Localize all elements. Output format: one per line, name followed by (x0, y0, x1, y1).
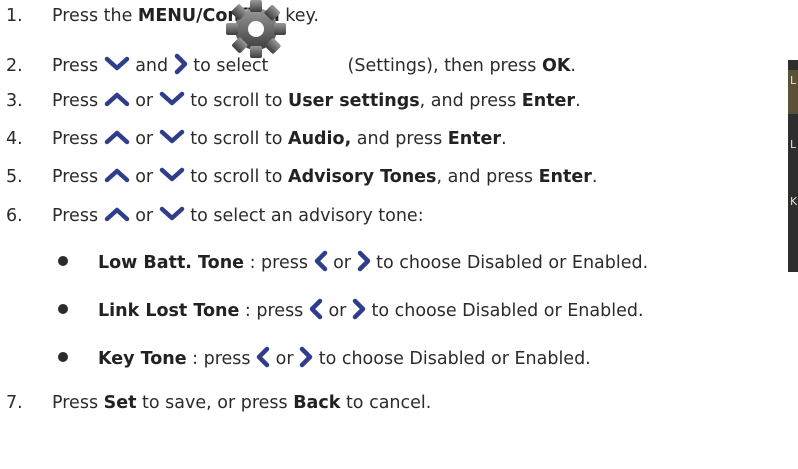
menu-row-char: L (790, 74, 797, 87)
step-number: 4. (6, 129, 23, 149)
menu-item-name: Advisory Tones (288, 167, 437, 187)
key-name: Set (103, 393, 137, 413)
step-text: to scroll to (184, 167, 289, 187)
chevron-down-icon (159, 206, 184, 221)
step-text: : press (239, 301, 309, 321)
step-text: Press (52, 129, 104, 149)
step-number: 7. (6, 393, 23, 413)
option-name: Link Lost Tone (98, 301, 240, 321)
step-text: Press (52, 56, 104, 76)
step-text: Press (52, 167, 104, 187)
step-text: Press (52, 393, 104, 413)
chevron-left-icon (309, 298, 323, 320)
step-5: 5. Press or to scroll to Advisory Tones, … (0, 167, 598, 187)
menu-item-name: User settings (288, 91, 420, 111)
chevron-down-icon (159, 129, 184, 144)
key-name: Back (293, 393, 341, 413)
step-text: Press (52, 206, 104, 226)
step-text: to choose Disabled or Enabled. (313, 349, 591, 369)
gear-icon (226, 0, 286, 58)
step-text: to choose Disabled or Enabled. (365, 301, 644, 321)
chevron-right-icon (299, 346, 313, 368)
step-text: . (575, 91, 581, 111)
step-text: . (570, 56, 576, 76)
step-text: to scroll to (184, 129, 289, 149)
step-text: . (591, 167, 598, 187)
step-text: , and press (436, 167, 539, 187)
step-text: or (129, 91, 159, 111)
step-text: and (129, 56, 174, 76)
key-name: OK (541, 56, 571, 76)
step-text: or (322, 301, 352, 321)
key-name: Enter (447, 129, 502, 149)
step-number: 1. (6, 6, 23, 26)
menu-row-char: K (790, 195, 798, 208)
step-2: 2. Press and to select (Settings), then p… (0, 53, 576, 77)
step-3: 3. Press or to scroll to User settings, a… (0, 91, 581, 111)
step-text: Press (52, 91, 104, 111)
step-text: : press (186, 349, 257, 369)
step-text: or (327, 253, 357, 273)
chevron-left-icon (314, 250, 327, 272)
bullet-item: Key Tone : press or to choose Disabled o… (58, 346, 591, 370)
bullet-dot (58, 304, 68, 314)
bullet-item: Link Lost Tone : press or to choose Disa… (58, 298, 644, 322)
step-text: (Settings), then press (341, 56, 542, 76)
bullet-item: Low Batt. Tone : press or to choose Disa… (58, 250, 649, 274)
step-number: 5. (6, 167, 23, 187)
step-text: or (270, 349, 300, 369)
step-text: , and press (419, 91, 522, 111)
step-number: 6. (6, 206, 23, 226)
chevron-down-icon (104, 56, 129, 71)
step-text: to cancel. (340, 393, 432, 413)
step-text: or (129, 129, 159, 149)
chevron-up-icon (104, 207, 129, 222)
step-text: : press (244, 253, 314, 273)
step-text: to choose Disabled or Enabled. (370, 253, 649, 273)
chevron-right-icon (352, 298, 366, 320)
step-text: to scroll to (184, 91, 289, 111)
step-4: 4. Press or to scroll to Audio, and press… (0, 129, 507, 149)
step-text: to save, or press (136, 393, 294, 413)
chevron-right-icon (174, 53, 187, 75)
chevron-right-icon (357, 250, 370, 272)
chevron-up-icon (104, 130, 129, 145)
step-text: or (129, 167, 159, 187)
step-number: 3. (6, 91, 23, 111)
step-6: 6. Press or to select an advisory tone: (0, 206, 424, 226)
key-name: Enter (521, 91, 576, 111)
step-text: and press (351, 129, 448, 149)
step-text: Press the (52, 6, 138, 26)
key-name: Enter (538, 167, 592, 187)
device-screen-crop: L L K (788, 60, 798, 272)
step-text: to select an advisory tone: (184, 206, 424, 226)
option-name: Low Batt. Tone (98, 253, 245, 273)
step-text: or (129, 206, 159, 226)
menu-row-char: L (790, 138, 797, 151)
menu-item-name: Audio, (288, 129, 352, 149)
step-7: 7. Press Set to save, or press Back to ca… (0, 393, 432, 413)
chevron-down-icon (159, 91, 184, 106)
step-text: to select (187, 56, 274, 76)
step-number: 2. (6, 56, 23, 76)
bullet-dot (58, 256, 68, 266)
chevron-left-icon (256, 346, 270, 368)
chevron-up-icon (104, 92, 129, 107)
chevron-up-icon (104, 168, 129, 183)
chevron-down-icon (159, 167, 184, 182)
bullet-dot (58, 352, 68, 362)
step-text: . (501, 129, 507, 149)
option-name: Key Tone (98, 349, 187, 369)
